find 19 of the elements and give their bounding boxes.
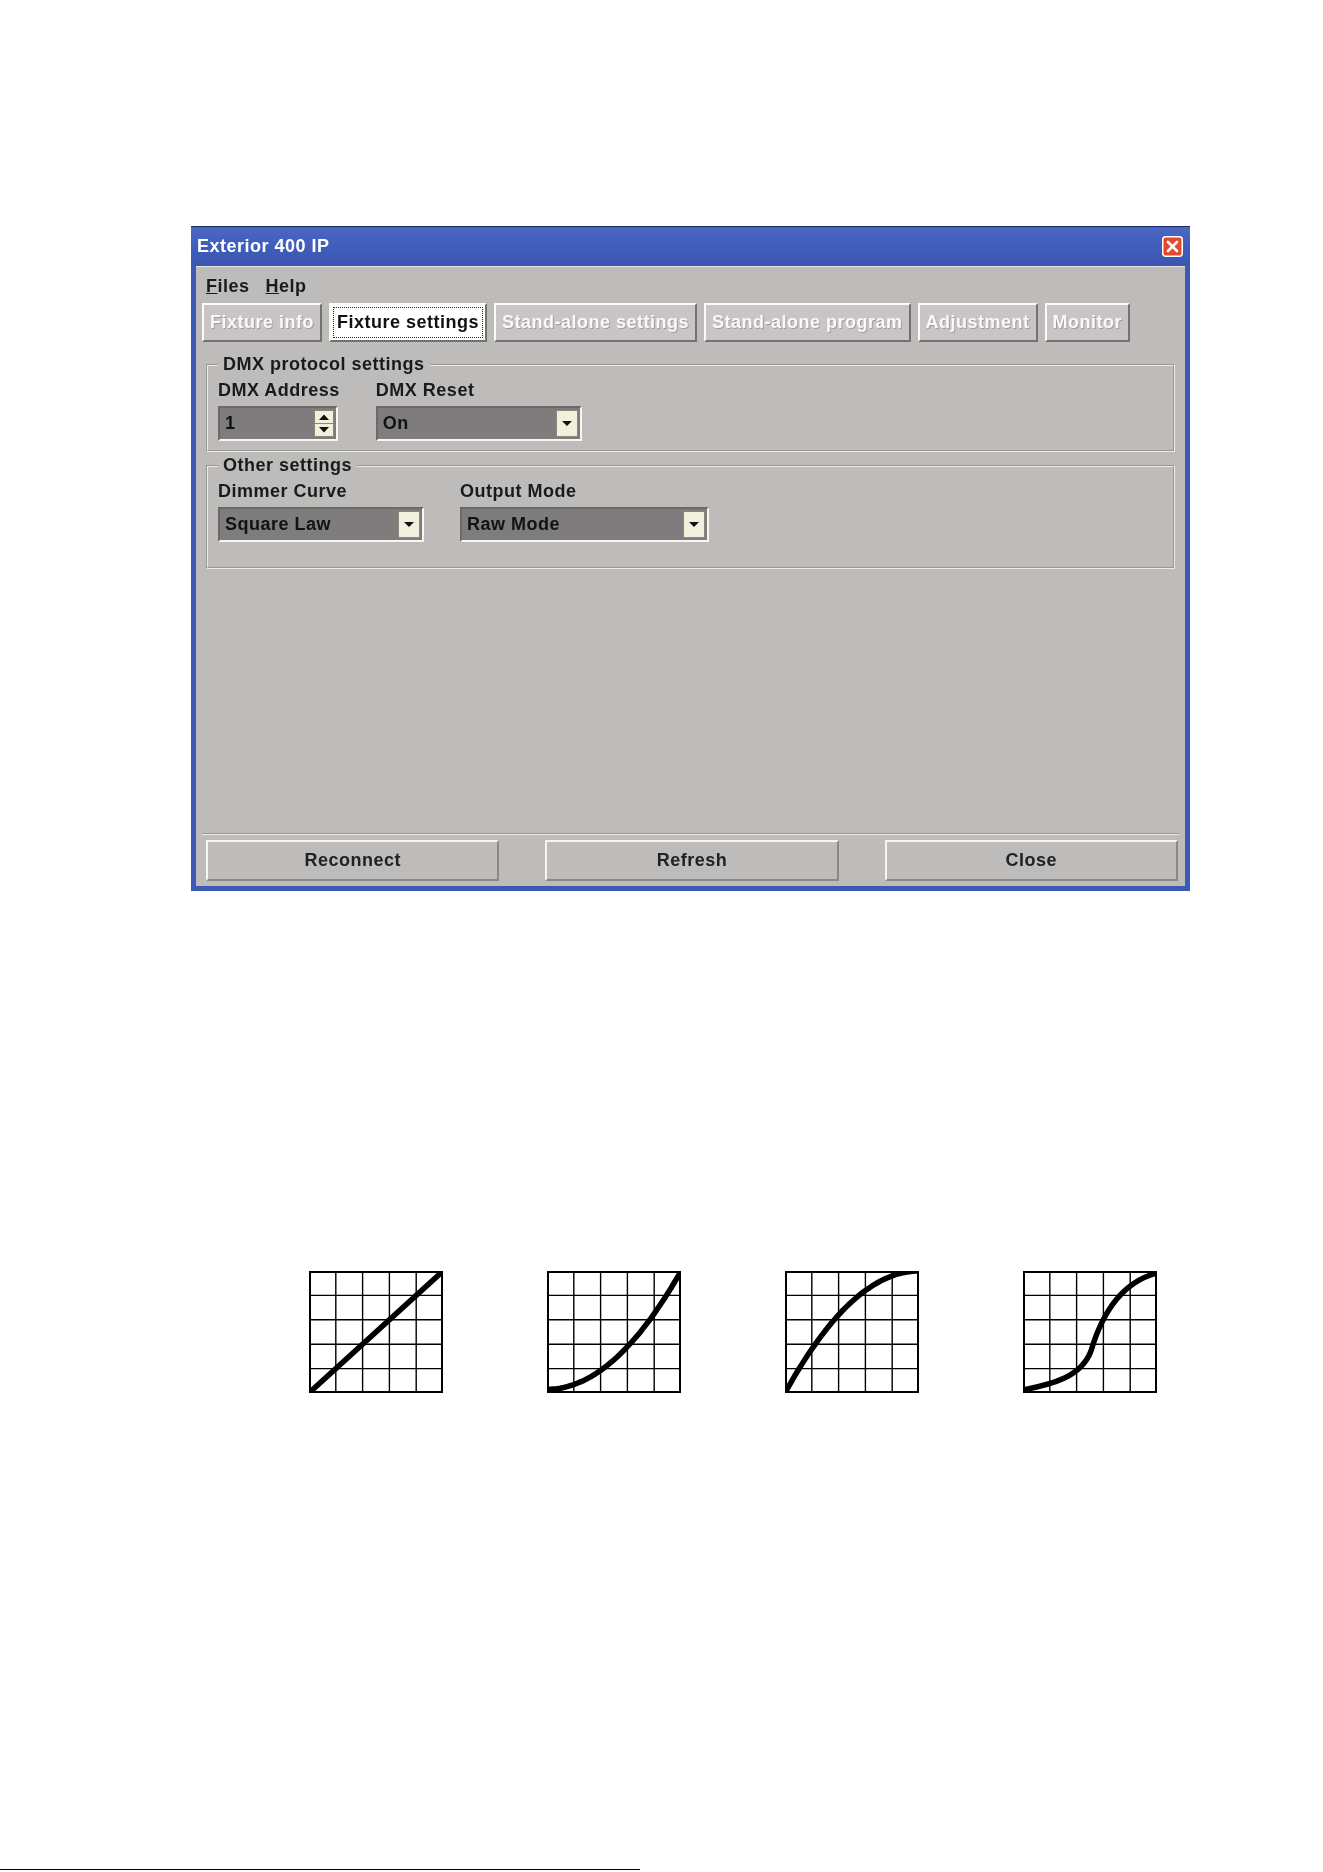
group-title: DMX protocol settings bbox=[222, 354, 426, 375]
group-title: Other settings bbox=[222, 455, 354, 476]
window-title: Exterior 400 IP bbox=[197, 236, 330, 257]
menu-item[interactable]: Help bbox=[265, 276, 307, 297]
dropdown-field[interactable]: Square Law bbox=[218, 507, 424, 542]
field-label: DMX Address bbox=[218, 380, 340, 401]
field-label: DMX Reset bbox=[375, 380, 476, 401]
action-button[interactable]: Reconnect bbox=[206, 840, 500, 881]
close-icon[interactable] bbox=[1162, 236, 1183, 257]
dropdown-field[interactable]: On bbox=[375, 406, 582, 441]
tab[interactable]: Fixture settings bbox=[329, 303, 488, 342]
spin-arrows-icon[interactable] bbox=[314, 410, 334, 437]
dropdown-field[interactable]: Raw Mode bbox=[460, 507, 709, 542]
field-label: Dimmer Curve bbox=[218, 481, 349, 502]
menu-item[interactable]: Files bbox=[206, 276, 250, 297]
field-label: Output Mode bbox=[460, 481, 578, 502]
action-button[interactable]: Close bbox=[884, 840, 1178, 881]
number-spin-field[interactable]: 1 bbox=[218, 406, 338, 441]
action-button[interactable]: Refresh bbox=[545, 840, 839, 881]
